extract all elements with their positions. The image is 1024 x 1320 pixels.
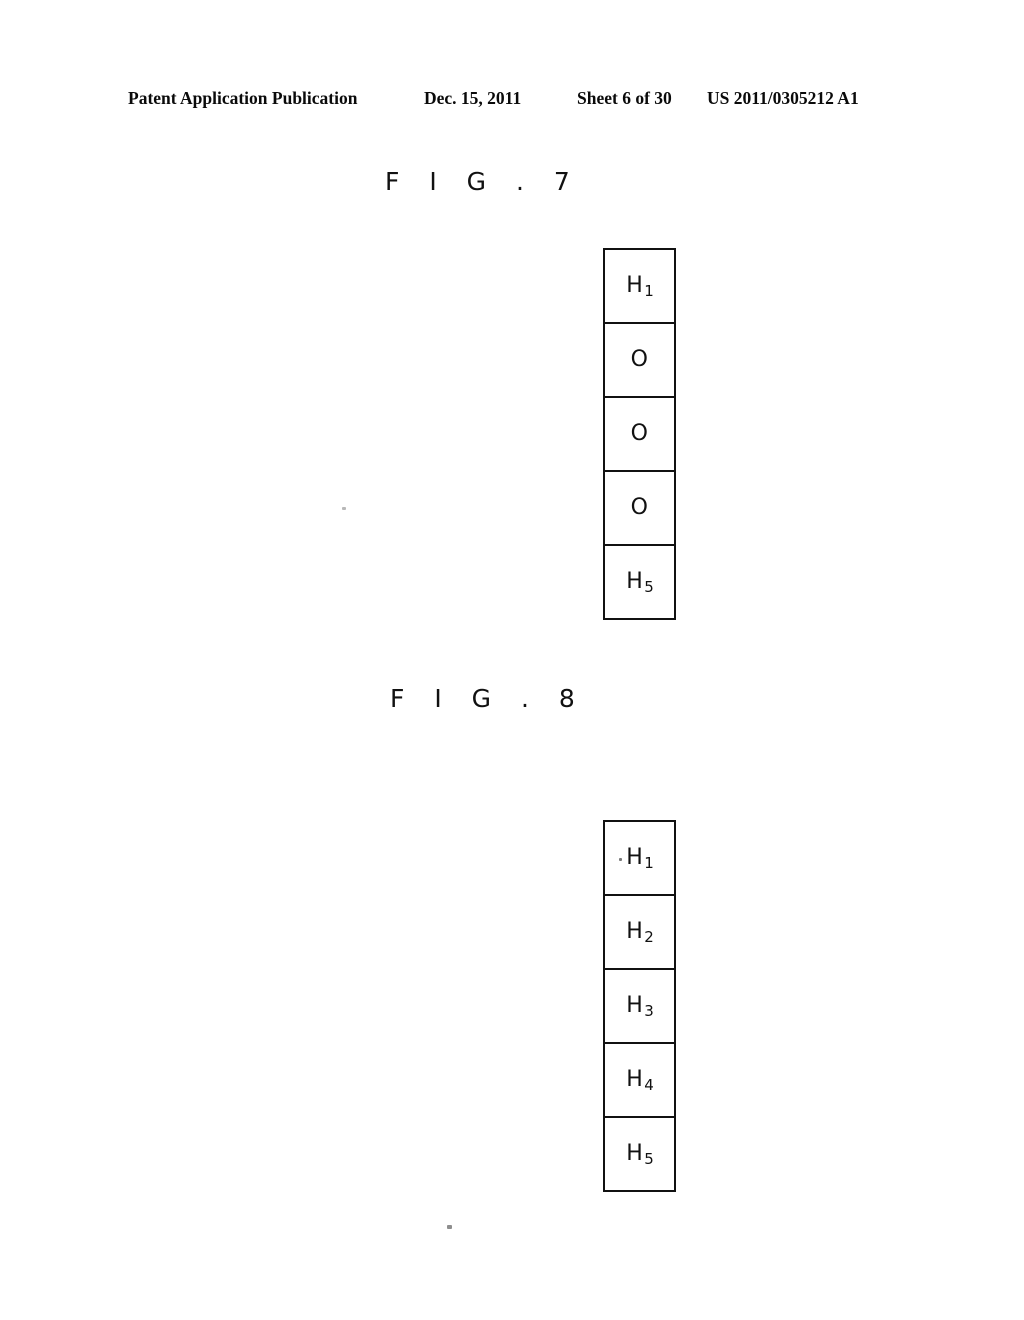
cell-label-fig8-3: H3 (626, 993, 654, 1020)
cell-label-fig8-4: H4 (626, 1067, 654, 1094)
table-row: H2 (605, 896, 674, 970)
cell-label-fig8-1: H1 (626, 845, 654, 872)
table-row: O (605, 398, 674, 472)
table-row: H3 (605, 970, 674, 1044)
table-row: H5 (605, 1118, 674, 1192)
cell-label-fig8-5: H5 (626, 1141, 654, 1168)
table-row: H4 (605, 1044, 674, 1118)
table-row: H5 (605, 546, 674, 620)
figure-7-cell-stack: H1 O O O H5 (603, 248, 676, 620)
scan-speck-artifact (447, 1225, 452, 1229)
header-date-label: Dec. 15, 2011 (424, 88, 522, 108)
figure-8-cell-stack: H1 H2 H3 H4 H5 (603, 820, 676, 1192)
table-row: H1 (605, 250, 674, 324)
cell-label-fig7-3: O (630, 421, 649, 446)
cell-label-fig7-4: O (630, 495, 649, 520)
figure-8-caption: F I G . 8 (390, 684, 586, 713)
header-patent-number-label: US 2011/0305212 A1 (707, 88, 859, 108)
header-sheet-label: Sheet 6 of 30 (577, 88, 672, 108)
cell-label-fig7-1: H1 (626, 273, 654, 300)
page-header: Patent Application Publication Dec. 15, … (0, 88, 1024, 114)
scan-speck-artifact (342, 507, 346, 510)
table-row: O (605, 324, 674, 398)
cell-label-fig7-5: H5 (626, 569, 654, 596)
header-publication-label: Patent Application Publication (128, 88, 358, 108)
scan-speck-artifact (619, 858, 622, 861)
table-row: H1 (605, 822, 674, 896)
cell-label-fig8-2: H2 (626, 919, 654, 946)
table-row: O (605, 472, 674, 546)
figure-7-caption: F I G . 7 (385, 167, 581, 196)
cell-label-fig7-2: O (630, 347, 649, 372)
